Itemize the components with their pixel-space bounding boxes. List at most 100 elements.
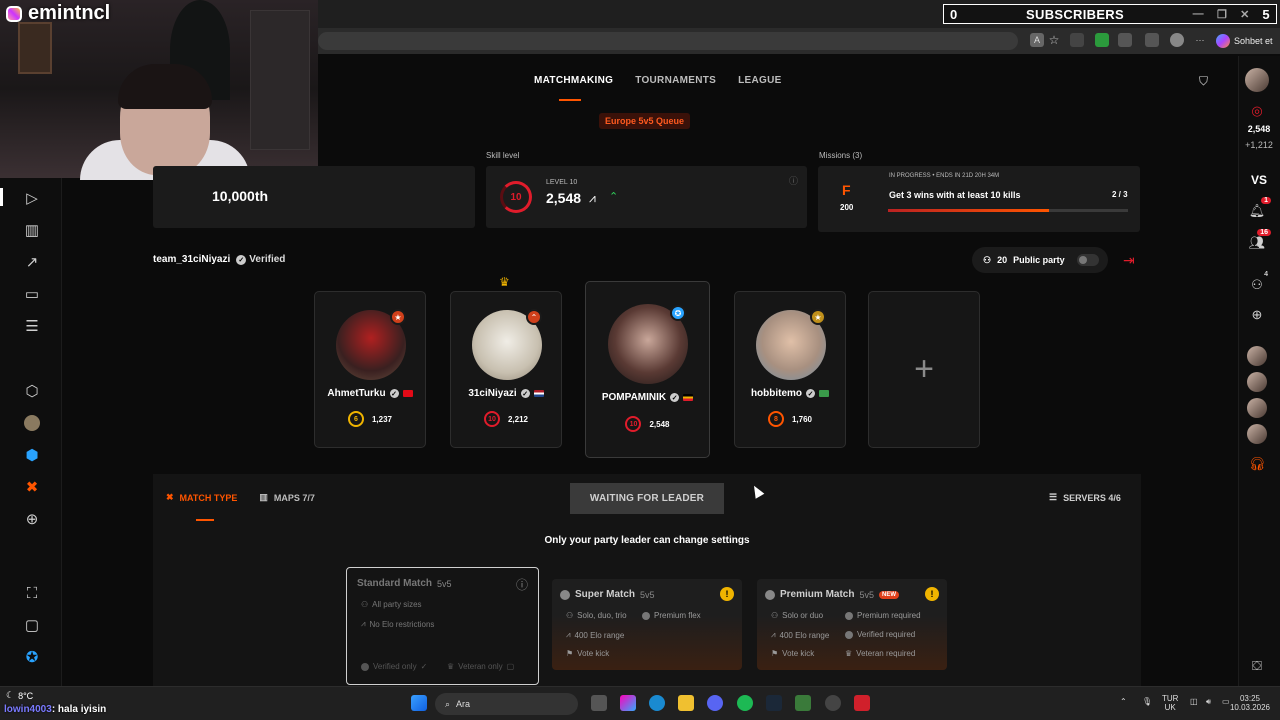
team-name[interactable]: team_31ciNiyazi (153, 254, 230, 265)
feature: ⚑ Vote kick (566, 649, 610, 658)
profile-avatar-icon[interactable] (1170, 33, 1184, 47)
feature: ⚑ Vote kick (771, 649, 815, 658)
public-party-label: Public party (1013, 255, 1065, 265)
video-icon[interactable]: ▭ (22, 284, 42, 304)
copilot-chat-button[interactable]: Sohbet et (1216, 32, 1273, 50)
copilot-taskbar-icon[interactable] (620, 695, 636, 711)
feed-icon[interactable]: ☰ (22, 316, 42, 336)
obs-icon[interactable] (825, 695, 841, 711)
taskbar-search[interactable]: ⌕ Ara (435, 693, 578, 715)
party-size-icon: ⚇ (983, 254, 992, 265)
party-icon[interactable]: ⚇ 4 (1248, 271, 1268, 294)
trend-icon: ⩘ (361, 619, 366, 628)
tab-match-type[interactable]: ✖ MATCH TYPE (166, 492, 237, 503)
language-indicator[interactable]: TUR UK (1162, 694, 1178, 712)
anticheat-shield-icon[interactable]: ⛉ (1199, 74, 1213, 88)
leaderboard-icon[interactable]: ▥ (22, 220, 42, 240)
refresh-extension-icon[interactable] (1118, 33, 1132, 47)
friend-avatar-4[interactable] (1247, 424, 1267, 444)
player-card[interactable]: ★ hobbitemo ✓ 8 1,760 (734, 291, 846, 448)
mission-progress-text: 2 / 3 (1112, 190, 1128, 199)
skill-elo: 2,548 (546, 190, 582, 206)
extension-icon[interactable] (1070, 33, 1084, 47)
windows-taskbar (0, 686, 1280, 720)
hub-blue-icon[interactable]: ⬢ (22, 445, 42, 465)
waiting-for-leader-button[interactable]: WAITING FOR LEADER (570, 483, 724, 514)
vs-button[interactable]: VS (1238, 173, 1280, 187)
tray-chevron-icon[interactable]: ⌃ (1120, 697, 1127, 706)
leave-party-icon[interactable]: ⇥ (1123, 252, 1135, 269)
feature: ♛ Veteran required (845, 649, 916, 658)
mic-icon[interactable]: 🎙︎ (1142, 697, 1152, 706)
premium-icon[interactable]: ✪ (22, 647, 42, 667)
address-bar[interactable] (318, 32, 1018, 50)
player-card-self[interactable]: ✪ POMPAMINIK ✓ 10 2,548 (585, 281, 710, 458)
feature: ⚇ Solo, duo, trio (566, 611, 627, 620)
info-icon[interactable]: ⓘ (789, 174, 798, 187)
tab-maps[interactable]: ▥ MAPS 7/7 (259, 492, 315, 503)
info-icon[interactable]: ⓘ (516, 576, 528, 593)
start-icon[interactable] (411, 695, 427, 711)
stats-icon[interactable]: ↗ (22, 252, 42, 272)
steam-icon[interactable] (766, 695, 782, 711)
friend-avatar-2[interactable] (1247, 372, 1267, 392)
discord-icon[interactable] (707, 695, 723, 711)
toggle-switch[interactable] (1076, 254, 1099, 266)
party-size: 20 (997, 255, 1008, 265)
new-badge: NEW (878, 590, 899, 599)
network-icon[interactable]: ◫ (1190, 697, 1198, 706)
faceit-ac-icon[interactable] (854, 695, 870, 711)
bookmark-star-icon[interactable]: ☆ (1047, 33, 1061, 47)
explorer-icon[interactable] (678, 695, 694, 711)
favorites-icon[interactable] (1145, 33, 1159, 47)
hub-icon[interactable]: ⬡ (22, 381, 42, 401)
premium-match-card[interactable]: Premium Match 5v5 NEW ! ⚇ Solo or duo Premi… (757, 579, 947, 670)
player-name: hobbitemo ✓ (735, 388, 845, 399)
edge-icon[interactable] (649, 695, 665, 711)
mission-card[interactable]: F 200 IN PROGRESS • ENDS IN 21D 20H 34M … (818, 166, 1140, 232)
add-hub-icon[interactable]: ⊕ (22, 509, 42, 529)
notification-bell-icon[interactable]: 🔔︎ 1 (1248, 197, 1271, 220)
player-elo: 6 1,237 (315, 411, 425, 427)
tab-tournaments[interactable]: TOURNAMENTS (635, 75, 716, 86)
fullscreen-icon[interactable]: ⛶ (22, 583, 42, 603)
friend-avatar-1[interactable] (1247, 346, 1267, 366)
user-avatar[interactable] (1245, 68, 1269, 92)
queue-badge[interactable]: Europe 5v5 Queue (599, 113, 691, 129)
add-friend-icon[interactable]: ⊕ (1248, 306, 1266, 324)
faceit-logo-icon[interactable]: ⛋ (1248, 657, 1266, 675)
skill-label: Skill level (486, 151, 520, 160)
instagram-icon (6, 5, 22, 22)
friend-avatar-3[interactable] (1247, 398, 1267, 418)
play-icon[interactable]: ▷ (22, 188, 42, 208)
tab-matchmaking[interactable]: MATCHMAKING (534, 75, 613, 86)
friends-icon[interactable]: 👥︎ 16 (1248, 229, 1271, 252)
volume-icon[interactable]: 🔊︎ (1206, 697, 1211, 707)
window-controls[interactable]: — ❐ ✕ (1186, 8, 1256, 21)
standard-match-card[interactable]: Standard Match 5v5 ⓘ ⚇ All party sizes ⩘ No… (346, 567, 539, 685)
more-menu-icon[interactable]: ··· (1193, 33, 1207, 47)
team-logo-icon[interactable]: ✖ (22, 477, 42, 497)
settings-tab-underline (196, 519, 214, 521)
player-card[interactable]: ★ AhmetTurku ✓ 6 1,237 (314, 291, 426, 448)
skill-card[interactable]: 10 LEVEL 10 2,548 ⩘ ⌃ ⓘ (486, 166, 807, 228)
translate-icon[interactable]: A (1030, 33, 1044, 47)
invite-player-slot[interactable]: + (868, 291, 980, 448)
headset-icon[interactable]: 🎧︎ (1248, 455, 1266, 473)
feature: ⩘ 400 Elo range (566, 630, 625, 640)
veteran-only-option: ♛ Veteran only ▢ (447, 662, 515, 671)
feature: Verified required (845, 630, 915, 639)
servers-tab[interactable]: ☰ SERVERS 4/6 (1049, 492, 1121, 503)
clock[interactable]: 03:25 10.03.2026 (1228, 694, 1272, 712)
super-match-card[interactable]: Super Match 5v5 ! ⚇ Solo, duo, trio Premiu… (552, 579, 742, 670)
player-card[interactable]: ⌃ 31ciNiyazi ✓ 10 2,212 (450, 291, 562, 448)
public-party-toggle[interactable]: ⚇ 20 Public party (972, 247, 1108, 273)
club-avatar-icon[interactable] (22, 413, 42, 433)
weather-widget[interactable]: ☾ 8°C (6, 690, 33, 701)
tab-league[interactable]: LEAGUE (738, 75, 781, 86)
shop-icon[interactable]: ▢ (22, 615, 42, 635)
spotify-icon[interactable] (737, 695, 753, 711)
extension-green-icon[interactable] (1095, 33, 1109, 47)
app-icon[interactable] (795, 695, 811, 711)
task-view-icon[interactable] (591, 695, 607, 711)
